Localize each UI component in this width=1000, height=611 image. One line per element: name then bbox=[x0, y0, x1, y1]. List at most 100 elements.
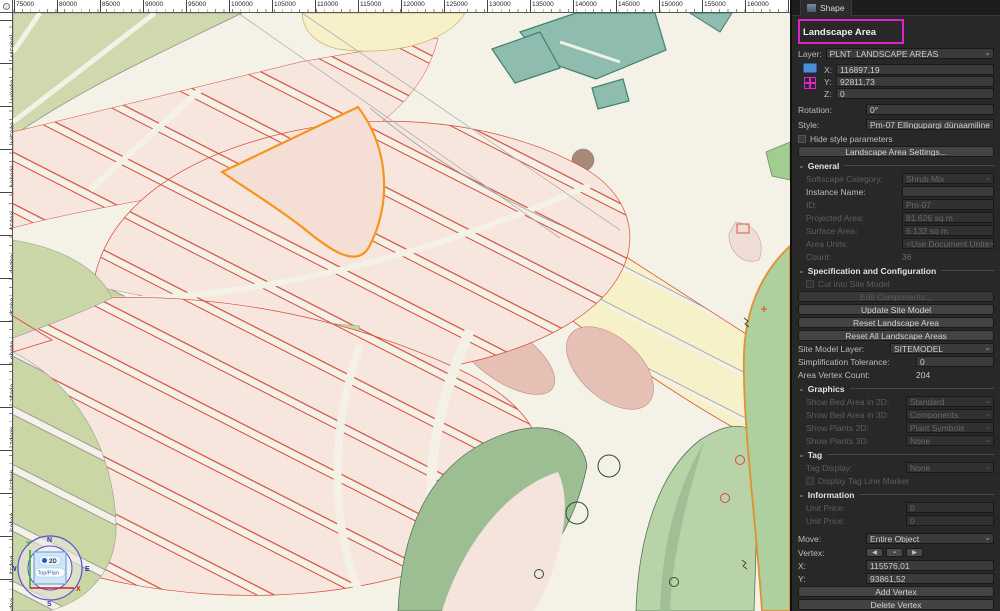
svg-text:Top/Plan: Top/Plan bbox=[38, 571, 59, 577]
layer-label: Layer: bbox=[798, 49, 822, 59]
projected-area-field: 81.626 sq m bbox=[902, 212, 994, 223]
show-plants-3d-label: Show Plants 3D: bbox=[806, 436, 902, 446]
vertex-x-label: X: bbox=[798, 561, 862, 571]
hide-style-parameters-label: Hide style parameters bbox=[810, 134, 893, 144]
z-coordinate-field[interactable]: 0 bbox=[836, 88, 994, 99]
show-bed-3d-dropdown: Components bbox=[906, 409, 994, 420]
compass-east: E bbox=[85, 566, 90, 573]
show-plants-2d-dropdown: Plant Symbols bbox=[906, 422, 994, 433]
shape-tab-icon bbox=[807, 4, 816, 12]
tab-shape[interactable]: Shape bbox=[800, 0, 852, 16]
id-label: ID: bbox=[806, 200, 898, 210]
layer-value: PLNT_LANDSCAPE AREAS bbox=[830, 49, 939, 59]
object-info-palette: Shape Landscape Area Layer: PLNT_LANDSCA… bbox=[790, 0, 1000, 611]
y-label: Y: bbox=[824, 77, 836, 87]
annotation-box-title: Landscape Area bbox=[798, 19, 904, 44]
show-plants-3d-dropdown: None bbox=[906, 435, 994, 446]
chevron-down-icon: ⌄ bbox=[798, 450, 805, 459]
show-bed-2d-dropdown: Standard bbox=[906, 396, 994, 407]
x-label: X: bbox=[824, 65, 836, 75]
simplification-tolerance-label: Simplification Tolerance: bbox=[798, 357, 912, 367]
section-general[interactable]: ⌄ General bbox=[798, 160, 994, 171]
hide-style-parameters-checkbox[interactable] bbox=[798, 135, 806, 143]
y-coordinate-field[interactable]: 92811,73 bbox=[836, 76, 994, 87]
move-dropdown[interactable]: Entire Object bbox=[866, 533, 994, 544]
cut-into-site-model-label: Cut into Site Model bbox=[818, 279, 890, 289]
vertex-label: Vertex: bbox=[798, 548, 862, 558]
area-units-label: Area Units: bbox=[806, 239, 898, 249]
reset-all-landscape-areas-button[interactable]: Reset All Landscape Areas bbox=[798, 330, 994, 341]
x-coordinate-field[interactable]: 116897,19 bbox=[836, 64, 994, 75]
add-vertex-button[interactable]: Add Vertex bbox=[798, 586, 994, 597]
ruler-vertical: 1150001100001050001000009500090000850008… bbox=[0, 13, 13, 611]
section-specification[interactable]: ⌄ Specification and Configuration bbox=[798, 265, 994, 276]
display-tag-line-marker-label: Display Tag Line Marker bbox=[818, 476, 909, 486]
edit-components-button: Edit Components... bbox=[798, 291, 994, 302]
id-field: Pm-07 bbox=[902, 199, 994, 210]
move-label: Move: bbox=[798, 534, 862, 544]
instance-name-label: Instance Name: bbox=[806, 187, 898, 197]
object-type-title: Landscape Area bbox=[803, 27, 876, 38]
tag-display-dropdown: None bbox=[906, 462, 994, 473]
landscape-area-settings-button[interactable]: Landscape Area Settings... bbox=[798, 146, 994, 157]
area-vertex-count-label: Area Vertex Count: bbox=[798, 370, 912, 380]
position-mode-icon[interactable] bbox=[803, 63, 817, 73]
chevron-down-icon: ⌄ bbox=[798, 266, 805, 275]
vertex-y-field[interactable]: 93861,52 bbox=[866, 573, 994, 584]
unit-price-label: Unit Price: bbox=[806, 503, 902, 513]
show-bed-3d-label: Show Bed Area in 3D: bbox=[806, 410, 902, 420]
view-plan-pill[interactable]: Top/Plan bbox=[35, 568, 65, 577]
drawing-canvas[interactable]: 7500080000850009000095000100000105000110… bbox=[0, 0, 790, 611]
current-vertex-button[interactable]: ▪ bbox=[886, 548, 903, 557]
cut-into-site-model-checkbox bbox=[806, 280, 814, 288]
site-plan-drawing bbox=[0, 0, 790, 611]
instance-name-field[interactable] bbox=[902, 186, 994, 197]
view-mode-pill[interactable]: 2D bbox=[39, 556, 61, 565]
unit-price-field-2: 0 bbox=[906, 515, 994, 526]
vectorworks-window: 7500080000850009000095000100000105000110… bbox=[0, 0, 1000, 611]
compass-north: N bbox=[47, 537, 52, 544]
tab-shape-label: Shape bbox=[820, 3, 845, 13]
display-tag-line-marker-checkbox bbox=[806, 477, 814, 485]
site-model-layer-label: Site Model Layer: bbox=[798, 344, 886, 354]
section-information[interactable]: ⌄ Information bbox=[798, 489, 994, 500]
area-vertex-count-value: 204 bbox=[916, 370, 994, 380]
projected-area-label: Projected Area: bbox=[806, 213, 898, 223]
area-units-dropdown: <Use Document Units> bbox=[902, 238, 994, 249]
site-model-layer-dropdown[interactable]: SITEMODEL bbox=[890, 343, 994, 354]
ruler-origin-icon[interactable] bbox=[0, 0, 13, 13]
svg-text:2D: 2D bbox=[49, 559, 57, 565]
layer-dropdown[interactable]: PLNT_LANDSCAPE AREAS bbox=[826, 48, 994, 59]
style-dropdown[interactable]: Pm-07 Ellingupargi dünaamiline niit bbox=[866, 119, 994, 130]
reset-landscape-area-button[interactable]: Reset Landscape Area bbox=[798, 317, 994, 328]
ruler-horizontal: 7500080000850009000095000100000105000110… bbox=[0, 0, 790, 13]
tag-display-label: Tag Display: bbox=[806, 463, 902, 473]
count-label: Count: bbox=[806, 252, 898, 262]
chevron-down-icon: ⌄ bbox=[798, 384, 805, 393]
y-axis-label: Y bbox=[26, 541, 31, 548]
rotation-label: Rotation: bbox=[798, 105, 862, 115]
section-tag[interactable]: ⌄ Tag bbox=[798, 449, 994, 460]
section-graphics[interactable]: ⌄ Graphics bbox=[798, 383, 994, 394]
vertex-x-field[interactable]: 115576,01 bbox=[866, 560, 994, 571]
delete-vertex-button[interactable]: Delete Vertex bbox=[798, 599, 994, 610]
rotation-field[interactable]: 0° bbox=[866, 104, 994, 115]
x-axis-label: X bbox=[76, 586, 81, 593]
view-compass-widget[interactable]: Y X N E S W 2D Top/Plan bbox=[6, 524, 102, 608]
simplification-tolerance-field[interactable]: 0 bbox=[916, 356, 994, 367]
surface-area-field: 6.132 sq m bbox=[902, 225, 994, 236]
softscape-category-dropdown: Shrub Mix bbox=[902, 173, 994, 184]
unit-price-label-2: Unit Price: bbox=[806, 516, 902, 526]
softscape-category-label: Softscape Category: bbox=[806, 174, 898, 184]
surface-area-label: Surface Area: bbox=[806, 226, 898, 236]
z-label: Z: bbox=[824, 89, 836, 99]
vertex-y-label: Y: bbox=[798, 574, 862, 584]
previous-vertex-button[interactable]: ◀ bbox=[866, 548, 883, 557]
palette-tab-bar: Shape bbox=[792, 0, 1000, 16]
grid-reference-icon[interactable] bbox=[804, 77, 816, 89]
show-plants-2d-label: Show Plants 2D: bbox=[806, 423, 902, 433]
chevron-down-icon: ⌄ bbox=[798, 490, 805, 499]
next-vertex-button[interactable]: ▶ bbox=[906, 548, 923, 557]
unit-price-field: 0 bbox=[906, 502, 994, 513]
update-site-model-button[interactable]: Update Site Model bbox=[798, 304, 994, 315]
